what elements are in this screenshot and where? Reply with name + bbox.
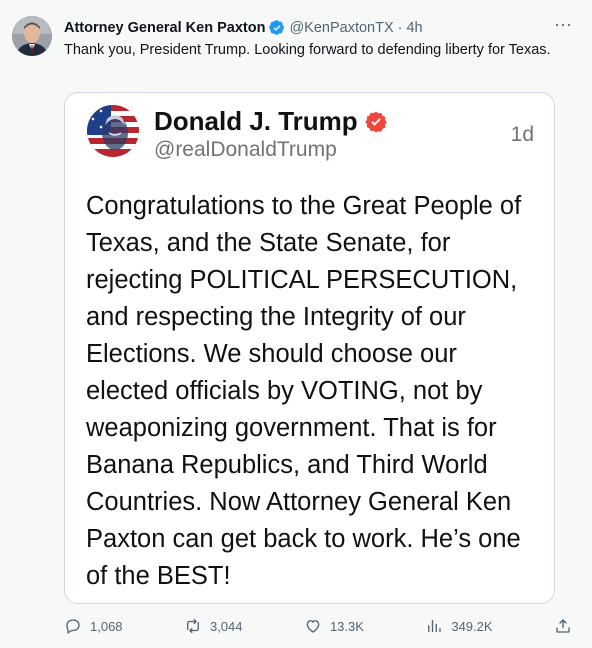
repost-count: 3,044: [209, 618, 243, 634]
gold-checkmark-badge-icon: [364, 110, 388, 134]
quoted-post-body: Congratulations to the Great People of T…: [86, 192, 522, 590]
like-button[interactable]: 13.3K: [304, 617, 364, 635]
tweet-actions-bar: 1,068 3,044 13.3K 349.2K: [64, 614, 572, 638]
author-name[interactable]: Attorney General Ken Paxton: [64, 20, 265, 36]
views-button[interactable]: 349.2K: [425, 617, 493, 635]
view-count: 349.2K: [451, 618, 493, 634]
repost-button[interactable]: 3,044: [184, 617, 243, 635]
author-avatar[interactable]: [12, 16, 52, 56]
reply-button[interactable]: 1,068: [64, 617, 123, 635]
flag-portrait-icon: [87, 105, 139, 157]
avatar-photo-icon: [12, 16, 52, 56]
quoted-post[interactable]: Donald J. Trump @realDonaldTrump 1d Cong…: [64, 92, 555, 604]
tweet: Attorney General Ken Paxton @KenPaxtonTX…: [0, 0, 592, 648]
quoted-author-handle: @realDonaldTrump: [154, 138, 337, 161]
quoted-author-avatar: [87, 105, 139, 157]
verified-badge-icon: [269, 20, 285, 36]
heart-icon: [306, 620, 320, 633]
reply-count: 1,068: [90, 618, 123, 634]
quoted-author-name-row: Donald J. Trump: [154, 106, 388, 137]
tweet-text: Thank you, President Trump. Looking forw…: [64, 42, 551, 58]
tweet-timestamp[interactable]: 4h: [406, 20, 422, 36]
share-icon: [556, 619, 570, 633]
quoted-author-name: Donald J. Trump: [154, 106, 358, 136]
separator-dot: ·: [397, 20, 403, 36]
reply-icon: [66, 619, 80, 635]
like-count: 13.3K: [329, 618, 364, 634]
share-button[interactable]: [554, 617, 572, 635]
tweet-header: Attorney General Ken Paxton @KenPaxtonTX…: [64, 18, 552, 38]
more-options-icon[interactable]: ···: [552, 15, 574, 38]
repost-icon: [187, 618, 199, 634]
quoted-post-time: 1d: [510, 123, 534, 146]
author-handle[interactable]: @KenPaxtonTX: [289, 20, 393, 36]
bar-chart-icon: [428, 620, 442, 632]
